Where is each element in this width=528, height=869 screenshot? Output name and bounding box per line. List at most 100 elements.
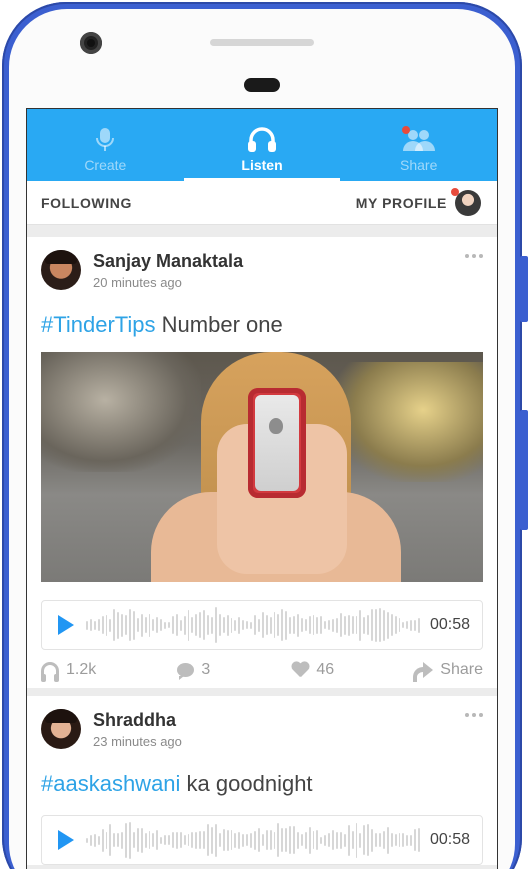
- post-image[interactable]: [41, 352, 483, 582]
- waveform-bar: [265, 615, 268, 635]
- waveform-bar: [125, 822, 127, 858]
- waveform-bar: [121, 831, 124, 849]
- waveform-bar: [242, 833, 245, 847]
- waveform-bar: [375, 608, 377, 642]
- waveform-bar: [105, 831, 108, 849]
- waveform-bar: [125, 615, 127, 635]
- waveform-bar: [222, 617, 225, 633]
- waveform-bar: [222, 829, 225, 851]
- post-actions: 1.2k 3 46 Share: [41, 650, 483, 688]
- post-card: Sanjay Manaktala 20 minutes ago #TinderT…: [27, 237, 497, 688]
- microphone-icon: [94, 126, 116, 154]
- waveform-bar: [230, 830, 233, 850]
- waveform-bar: [132, 832, 135, 848]
- waveform-bar: [97, 619, 100, 631]
- waveform-bar: [269, 830, 272, 850]
- front-camera: [80, 32, 102, 54]
- waveform-bar: [211, 826, 213, 854]
- waveform-bar: [363, 825, 366, 855]
- waveform-bar: [293, 826, 295, 854]
- play-icon[interactable]: [58, 830, 74, 850]
- waveform-bar: [93, 620, 96, 630]
- comment-button[interactable]: 3: [177, 661, 210, 680]
- tab-share[interactable]: Share: [340, 109, 497, 181]
- author-name[interactable]: Sanjay Manaktala: [93, 251, 243, 272]
- waveform-bar: [339, 613, 342, 637]
- waveform-bar: [324, 834, 327, 846]
- post-author: Sanjay Manaktala 20 minutes ago: [93, 251, 243, 290]
- waveform-bar: [97, 835, 100, 845]
- waveform-bar: [218, 833, 221, 847]
- play-icon[interactable]: [58, 615, 74, 635]
- more-options-icon[interactable]: [465, 713, 483, 717]
- waveform-bar: [109, 824, 112, 856]
- post-header: Sanjay Manaktala 20 minutes ago: [41, 250, 483, 290]
- avatar[interactable]: [41, 250, 81, 290]
- feed-subnav: FOLLOWING MY PROFILE: [27, 181, 497, 225]
- waveform-bar: [343, 615, 346, 635]
- hashtag-link[interactable]: #aaskashwani: [41, 771, 180, 796]
- comment-icon: [177, 663, 195, 680]
- waveform-bar: [238, 831, 241, 849]
- hashtag-link[interactable]: #TinderTips: [41, 312, 156, 337]
- waveform-bar: [324, 621, 327, 629]
- waveform-bar: [234, 832, 237, 848]
- audio-waveform[interactable]: [86, 819, 420, 861]
- waveform-bar: [285, 828, 288, 852]
- waveform-bar: [211, 616, 213, 634]
- waveform-bar: [152, 833, 155, 847]
- waveform-bar: [394, 834, 397, 846]
- waveform-bar: [367, 824, 370, 856]
- app-screen: Create Listen Share FOLLOWING MY PROFILE…: [26, 108, 498, 869]
- audio-duration: 00:58: [429, 831, 470, 848]
- waveform-bar: [246, 834, 249, 846]
- waveform-bar: [257, 828, 260, 852]
- waveform-bar: [398, 833, 401, 847]
- waveform-bar: [277, 823, 280, 857]
- waveform-bar: [140, 827, 143, 853]
- post-caption: Number one: [155, 312, 283, 337]
- post-card: Shraddha 23 minutes ago #aaskashwani ka …: [27, 696, 497, 865]
- tab-label: Listen: [241, 157, 283, 173]
- waveform-bar: [386, 611, 389, 639]
- waveform-bar: [207, 824, 209, 856]
- my-profile-link[interactable]: MY PROFILE: [356, 187, 481, 216]
- like-button[interactable]: 46: [291, 661, 334, 679]
- more-options-icon[interactable]: [465, 254, 483, 258]
- waveform-bar: [156, 830, 159, 850]
- avatar[interactable]: [41, 709, 81, 749]
- waveform-bar: [261, 834, 264, 846]
- waveform-bar: [273, 831, 276, 849]
- waveform-bar: [382, 609, 385, 641]
- profile-notification-dot: [451, 187, 459, 196]
- waveform-bar: [187, 834, 190, 846]
- share-button[interactable]: Share: [413, 661, 483, 682]
- waveform-bar: [410, 619, 413, 631]
- waveform-bar: [398, 618, 401, 632]
- waveform-bar: [390, 833, 393, 847]
- waveform-bar: [199, 831, 202, 849]
- waveform-bar: [300, 618, 303, 632]
- waveform-bar: [296, 613, 299, 637]
- following-link[interactable]: FOLLOWING: [41, 195, 132, 211]
- author-name[interactable]: Shraddha: [93, 710, 182, 731]
- heart-icon: [291, 662, 309, 678]
- waveform-bar: [136, 828, 139, 852]
- waveform-bar: [359, 832, 362, 848]
- waveform-bar: [304, 831, 307, 849]
- side-button-top: [520, 256, 528, 322]
- waveform-bar: [250, 621, 252, 629]
- audio-waveform[interactable]: [86, 604, 420, 646]
- waveform-bar: [168, 835, 170, 845]
- waveform-bar: [195, 614, 198, 636]
- feed: Sanjay Manaktala 20 minutes ago #TinderT…: [27, 225, 497, 865]
- waveform-bar: [336, 831, 338, 849]
- tab-create[interactable]: Create: [27, 109, 184, 181]
- waveform-bar: [402, 833, 405, 847]
- audio-player: 00:58: [41, 600, 483, 650]
- waveform-bar: [207, 615, 209, 635]
- tab-label: Create: [84, 157, 127, 173]
- post-text: #aaskashwani ka goodnight: [41, 771, 483, 797]
- waveform-bar: [86, 620, 88, 630]
- tab-listen[interactable]: Listen: [183, 109, 341, 181]
